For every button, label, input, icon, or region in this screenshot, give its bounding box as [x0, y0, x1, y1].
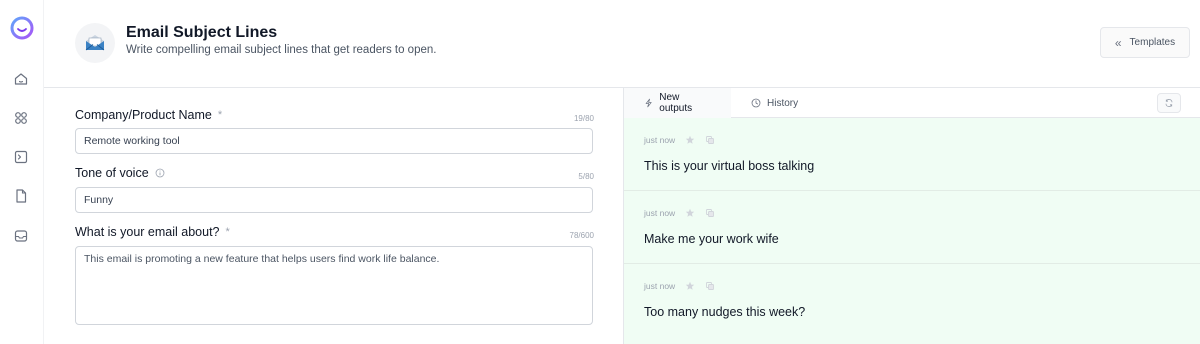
star-icon[interactable] [685, 208, 695, 218]
output-text[interactable]: Too many nudges this week? [644, 305, 805, 319]
info-icon[interactable] [155, 168, 165, 178]
outputs-list: just now This is your virtual boss talki… [624, 118, 1200, 344]
double-chevron-left-icon: « [1114, 35, 1122, 50]
tone-input-value: Funny [84, 194, 114, 206]
email-envelope-icon [75, 23, 115, 63]
output-text[interactable]: This is your virtual boss talking [644, 159, 814, 173]
output-text[interactable]: Make me your work wife [644, 232, 779, 246]
tone-input[interactable]: Funny [75, 187, 593, 213]
output-meta: just now [644, 281, 715, 291]
outputs-panel: New outputs History just now This is you… [623, 88, 1200, 344]
tone-label: Tone of voice [75, 166, 165, 180]
tab-new-outputs[interactable]: New outputs [624, 88, 731, 118]
templates-button-label: Templates [1129, 37, 1176, 48]
home-icon[interactable] [12, 70, 30, 88]
refresh-icon [1165, 99, 1173, 107]
about-label: What is your email about? * [75, 225, 230, 239]
company-input[interactable]: Remote working tool [75, 128, 593, 154]
about-textarea[interactable]: This email is promoting a new feature th… [75, 246, 593, 325]
terminal-icon[interactable] [12, 148, 30, 166]
tab-new-outputs-label: New outputs [659, 92, 693, 114]
output-meta: just now [644, 208, 715, 218]
copy-icon[interactable] [705, 281, 715, 291]
tone-char-count: 5/80 [578, 172, 594, 181]
required-marker: * [225, 226, 230, 238]
output-timestamp: just now [644, 135, 676, 145]
refresh-button[interactable] [1157, 93, 1181, 113]
output-item: just now Too many nudges this week? [624, 264, 1200, 337]
apps-grid-icon[interactable] [12, 109, 30, 127]
required-marker: * [217, 109, 223, 121]
tab-history[interactable]: History [731, 88, 818, 118]
output-item: just now This is your virtual boss talki… [624, 118, 1200, 191]
copy-icon[interactable] [705, 135, 715, 145]
page-subtitle: Write compelling email subject lines tha… [126, 44, 437, 56]
clock-icon [751, 98, 761, 108]
company-char-count: 19/80 [573, 114, 594, 123]
page-title: Email Subject Lines [126, 24, 278, 41]
company-label: Company/Product Name * [75, 108, 222, 122]
output-timestamp: just now [644, 208, 676, 218]
sidebar [0, 0, 44, 344]
tone-label-text: Tone of voice [75, 166, 149, 180]
app-logo-icon[interactable] [9, 15, 35, 41]
tab-history-label: History [767, 97, 799, 109]
star-icon[interactable] [685, 281, 695, 291]
output-meta: just now [644, 135, 715, 145]
tool-header: Email Subject Lines Write compelling ema… [44, 0, 1200, 88]
company-label-text: Company/Product Name [75, 108, 212, 122]
star-icon[interactable] [685, 135, 695, 145]
output-tabs: New outputs History [624, 88, 1200, 118]
company-input-value: Remote working tool [84, 135, 180, 147]
lightning-icon [645, 98, 652, 108]
copy-icon[interactable] [705, 208, 715, 218]
about-label-text: What is your email about? [75, 225, 220, 239]
about-char-count: 78/600 [569, 231, 594, 240]
templates-button[interactable]: « Templates [1100, 27, 1190, 58]
document-icon[interactable] [12, 187, 30, 205]
output-timestamp: just now [644, 281, 676, 291]
output-item: just now Make me your work wife [624, 191, 1200, 264]
input-form: Company/Product Name * 19/80 Remote work… [44, 89, 623, 344]
inbox-icon[interactable] [12, 227, 30, 245]
